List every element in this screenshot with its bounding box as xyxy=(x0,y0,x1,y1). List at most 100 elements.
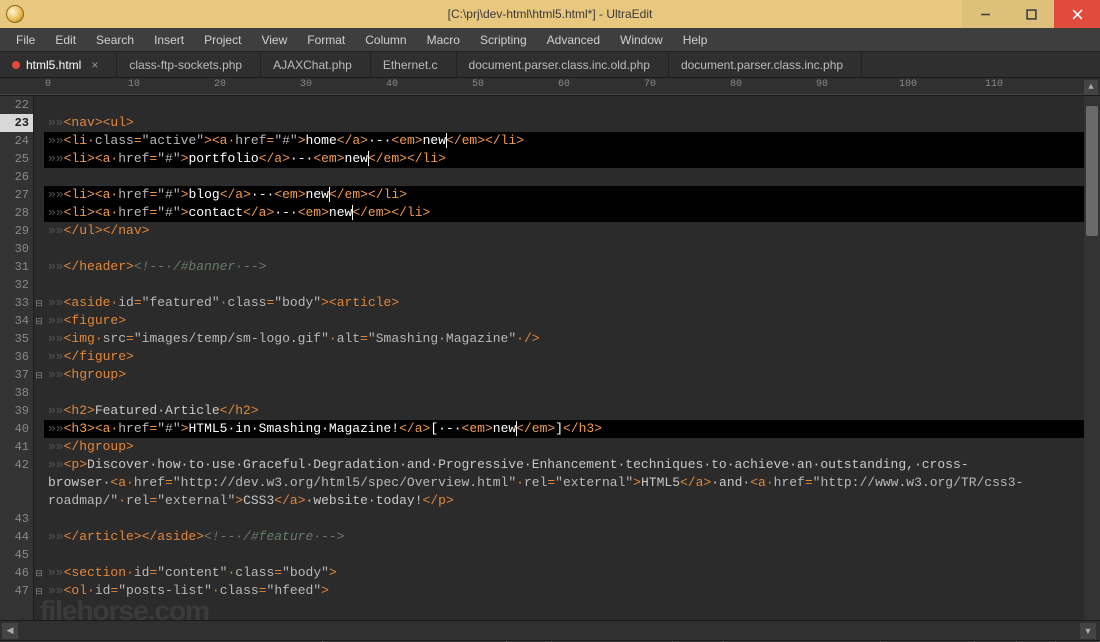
line-number-gutter[interactable]: 2223242526272829303132333435363738394041… xyxy=(0,96,34,620)
code-line[interactable]: »»<section·id="content"·class="body"> xyxy=(44,564,1084,582)
code-line[interactable]: »»</figure> xyxy=(44,348,1084,366)
menu-format[interactable]: Format xyxy=(297,30,355,50)
code-line[interactable]: »»<img·src="images/temp/sm-logo.gif"·alt… xyxy=(44,330,1084,348)
line-number[interactable]: 25 xyxy=(0,150,33,168)
line-number[interactable]: 31 xyxy=(0,258,33,276)
tab-ajaxchat-php[interactable]: AJAXChat.php xyxy=(261,52,371,77)
line-number[interactable]: 26 xyxy=(0,168,33,186)
line-number[interactable]: 43 xyxy=(0,510,33,528)
line-number[interactable]: 24 xyxy=(0,132,33,150)
fold-toggle xyxy=(34,114,44,132)
code-line[interactable]: »»</article></aside><!--·/#feature·--> xyxy=(44,528,1084,546)
code-area[interactable]: »»<nav><ul>»»<li·class="active"><a·href=… xyxy=(44,96,1084,620)
scroll-left-button[interactable]: ◀ xyxy=(2,623,18,639)
minimize-button[interactable] xyxy=(962,0,1008,28)
tab-html5-html[interactable]: html5.html × xyxy=(0,52,117,77)
fold-toggle[interactable]: ⊟ xyxy=(34,366,44,384)
menu-bar: FileEditSearchInsertProjectViewFormatCol… xyxy=(0,28,1100,52)
code-line[interactable]: »»<figure> xyxy=(44,312,1084,330)
code-line[interactable]: »»<h3><a·href="#">HTML5·in·Smashing·Maga… xyxy=(44,420,1084,438)
line-number[interactable]: 38 xyxy=(0,384,33,402)
fold-toggle[interactable]: ⊟ xyxy=(34,312,44,330)
menu-column[interactable]: Column xyxy=(355,30,416,50)
code-line[interactable]: »»<li><a·href="#">portfolio</a>·-·<em>ne… xyxy=(44,150,1084,168)
code-line[interactable] xyxy=(44,510,1084,528)
fold-toggle xyxy=(34,456,44,510)
line-number[interactable]: 33 xyxy=(0,294,33,312)
menu-edit[interactable]: Edit xyxy=(45,30,86,50)
code-line[interactable]: »»</ul></nav> xyxy=(44,222,1084,240)
menu-scripting[interactable]: Scripting xyxy=(470,30,537,50)
code-line[interactable] xyxy=(44,546,1084,564)
ruler-tick: 70 xyxy=(644,79,656,90)
menu-advanced[interactable]: Advanced xyxy=(537,30,610,50)
line-number[interactable]: 27 xyxy=(0,186,33,204)
fold-toggle xyxy=(34,150,44,168)
menu-macro[interactable]: Macro xyxy=(417,30,470,50)
code-line[interactable]: »»<li·class="active"><a·href="#">home</a… xyxy=(44,132,1084,150)
column-ruler: ▲ 0102030405060708090100110 xyxy=(0,78,1100,96)
line-number[interactable]: 44 xyxy=(0,528,33,546)
line-number[interactable]: 22 xyxy=(0,96,33,114)
line-number[interactable]: 42 xyxy=(0,456,33,510)
scroll-down-button[interactable]: ▼ xyxy=(1080,623,1096,639)
close-button[interactable] xyxy=(1054,0,1100,28)
tab-document-parser-class-inc-php[interactable]: document.parser.class.inc.php xyxy=(669,52,862,77)
fold-toggle xyxy=(34,528,44,546)
code-line[interactable]: »»<p>Discover·how·to·use·Graceful·Degrad… xyxy=(44,456,1084,510)
fold-toggle[interactable]: ⊟ xyxy=(34,582,44,600)
code-line[interactable] xyxy=(44,276,1084,294)
fold-toggle xyxy=(34,546,44,564)
fold-toggle[interactable]: ⊟ xyxy=(34,564,44,582)
line-number[interactable]: 41 xyxy=(0,438,33,456)
tab-class-ftp-sockets-php[interactable]: class-ftp-sockets.php xyxy=(117,52,261,77)
code-line[interactable]: »»<hgroup> xyxy=(44,366,1084,384)
horizontal-scrollbar[interactable]: filehorse.com ◀ ▼ xyxy=(0,620,1100,640)
menu-search[interactable]: Search xyxy=(86,30,144,50)
line-number[interactable]: 40 xyxy=(0,420,33,438)
code-line[interactable]: »»<li><a·href="#">contact</a>·-·<em>new<… xyxy=(44,204,1084,222)
line-number[interactable]: 39 xyxy=(0,402,33,420)
code-line[interactable]: »»</header><!--·/#banner·--> xyxy=(44,258,1084,276)
code-line[interactable] xyxy=(44,168,1084,186)
editor: 2223242526272829303132333435363738394041… xyxy=(0,96,1100,620)
code-line[interactable]: »»<li><a·href="#">blog</a>·-·<em>new</em… xyxy=(44,186,1084,204)
scroll-up-button[interactable]: ▲ xyxy=(1084,80,1098,94)
line-number[interactable]: 46 xyxy=(0,564,33,582)
tab-document-parser-class-inc-old-php[interactable]: document.parser.class.inc.old.php xyxy=(457,52,669,77)
code-line[interactable]: »»<nav><ul> xyxy=(44,114,1084,132)
code-line[interactable]: »»<aside·id="featured"·class="body"><art… xyxy=(44,294,1084,312)
line-number[interactable]: 30 xyxy=(0,240,33,258)
line-number[interactable]: 47 xyxy=(0,582,33,600)
tab-label: html5.html xyxy=(26,58,81,72)
maximize-button[interactable] xyxy=(1008,0,1054,28)
line-number[interactable]: 36 xyxy=(0,348,33,366)
menu-project[interactable]: Project xyxy=(194,30,251,50)
code-line[interactable] xyxy=(44,96,1084,114)
fold-toggle[interactable]: ⊟ xyxy=(34,294,44,312)
line-number[interactable]: 34 xyxy=(0,312,33,330)
line-number[interactable]: 45 xyxy=(0,546,33,564)
code-fold-column[interactable]: ⊟⊟⊟⊟⊟ xyxy=(34,96,44,620)
menu-insert[interactable]: Insert xyxy=(144,30,194,50)
menu-help[interactable]: Help xyxy=(673,30,718,50)
code-line[interactable]: »»</hgroup> xyxy=(44,438,1084,456)
code-line[interactable]: »»<h2>Featured·Article</h2> xyxy=(44,402,1084,420)
menu-view[interactable]: View xyxy=(251,30,297,50)
menu-file[interactable]: File xyxy=(6,30,45,50)
close-tab-icon[interactable]: × xyxy=(91,58,98,72)
code-line[interactable] xyxy=(44,240,1084,258)
fold-toggle xyxy=(34,258,44,276)
scrollbar-thumb[interactable] xyxy=(1086,106,1098,236)
vertical-scrollbar[interactable] xyxy=(1084,96,1100,620)
line-number[interactable]: 28 xyxy=(0,204,33,222)
line-number[interactable]: 32 xyxy=(0,276,33,294)
line-number[interactable]: 29 xyxy=(0,222,33,240)
line-number[interactable]: 23 xyxy=(0,114,33,132)
code-line[interactable] xyxy=(44,384,1084,402)
menu-window[interactable]: Window xyxy=(610,30,673,50)
tab-ethernet-c[interactable]: Ethernet.c xyxy=(371,52,457,77)
code-line[interactable]: »»<ol·id="posts-list"·class="hfeed"> xyxy=(44,582,1084,600)
line-number[interactable]: 35 xyxy=(0,330,33,348)
line-number[interactable]: 37 xyxy=(0,366,33,384)
